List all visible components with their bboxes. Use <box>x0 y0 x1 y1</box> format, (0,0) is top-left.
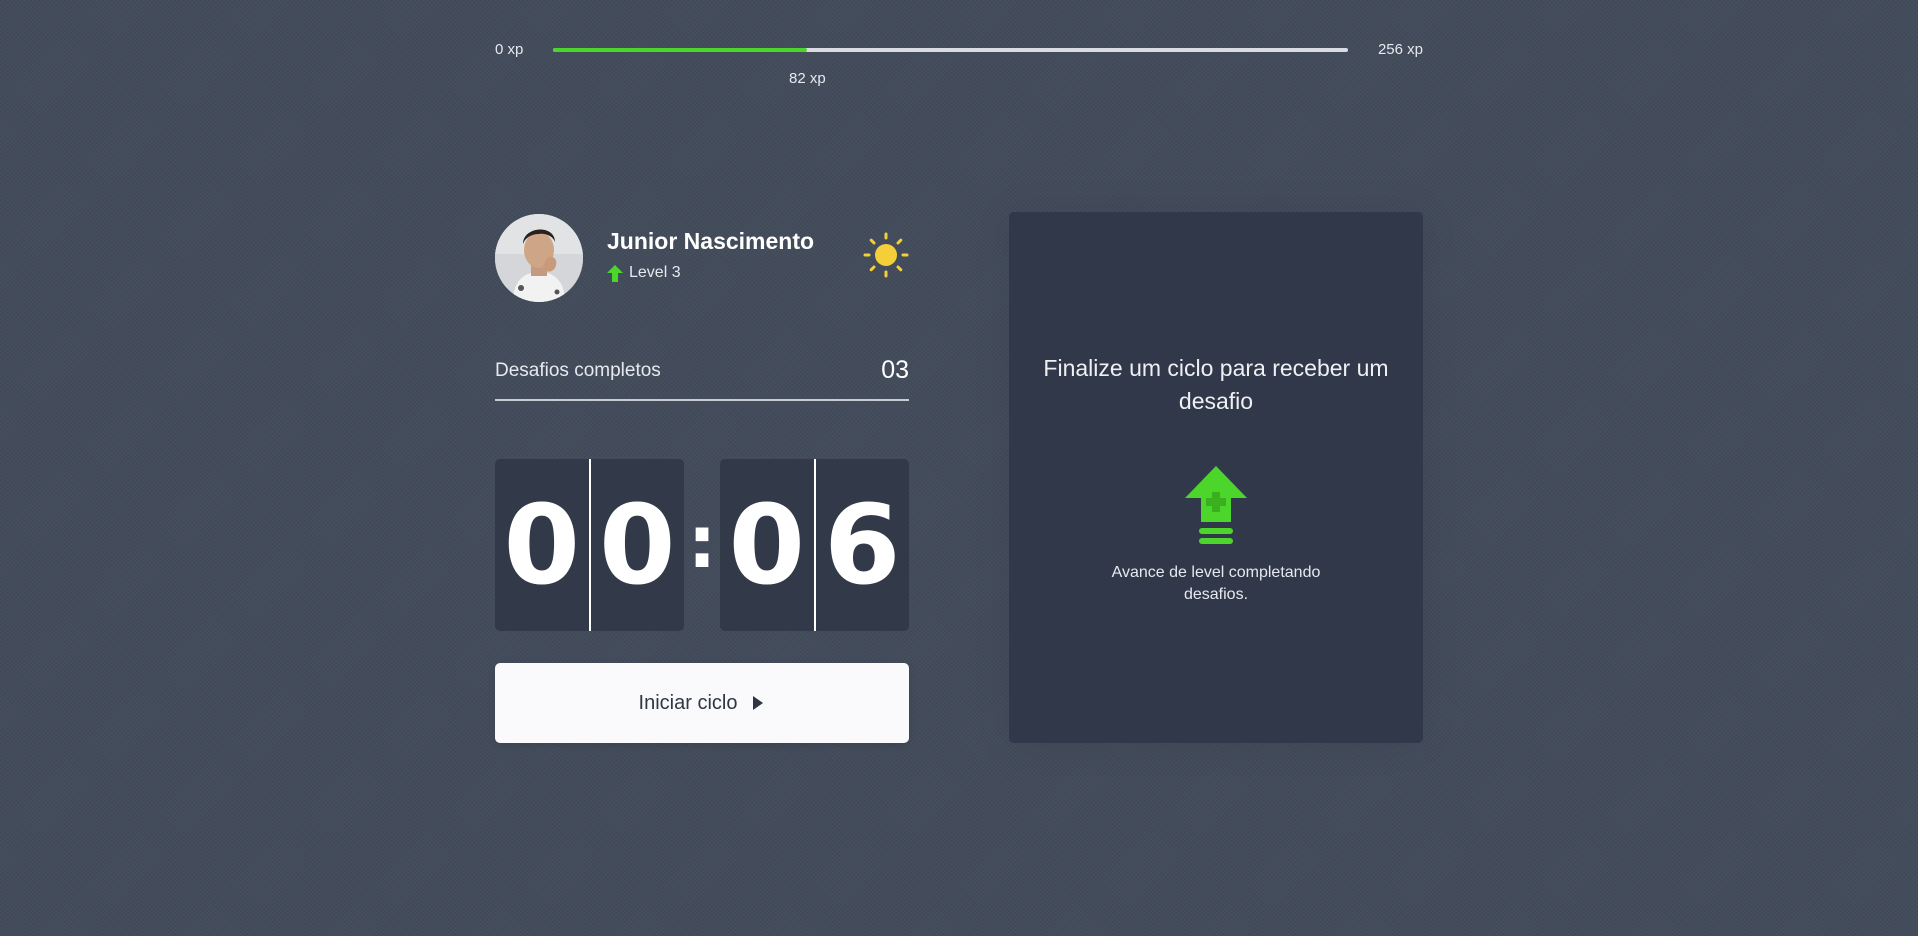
challenge-card: Finalize um ciclo para receber um desafi… <box>1009 212 1423 743</box>
second-ones-digit: 6 <box>813 459 910 631</box>
countdown-timer: 0 0 : 0 6 <box>495 459 909 631</box>
user-name: Junior Nascimento <box>607 228 815 254</box>
experience-bar: 0 xp 82 xp 256 xp <box>495 38 1423 87</box>
second-tens-digit: 0 <box>728 481 806 609</box>
challenge-card-title: Finalize um ciclo para receber um desafi… <box>1043 355 1389 414</box>
start-cycle-button[interactable]: Iniciar ciclo <box>495 663 909 743</box>
time-separator: : <box>687 500 717 584</box>
avatar-image <box>495 214 583 302</box>
level-up-arrow-icon <box>607 264 623 282</box>
play-icon <box>753 696 764 710</box>
completed-challenges-label: Desafios completos <box>495 360 661 381</box>
xp-progress-fill <box>553 48 808 52</box>
xp-track: 82 xp <box>553 48 1348 87</box>
completed-challenges: Desafios completos 03 <box>495 352 909 401</box>
avatar <box>495 214 583 302</box>
minutes-display: 0 0 <box>495 459 684 631</box>
user-level: Level 3 <box>607 264 681 282</box>
xp-max-label: 256 xp <box>1377 41 1423 58</box>
xp-min-label: 0 xp <box>495 41 524 58</box>
minute-tens-digit: 0 <box>503 481 581 609</box>
profile: Junior Nascimento Level 3 <box>495 214 909 302</box>
start-cycle-label: Iniciar ciclo <box>638 691 738 714</box>
level-up-icon <box>1185 466 1247 544</box>
challenge-card-hint: Avance de level completando desafios. <box>1111 564 1321 603</box>
user-level-label: Level 3 <box>629 264 681 281</box>
xp-current-label: 82 xp <box>789 70 826 87</box>
theme-toggle-button[interactable] <box>863 232 909 278</box>
completed-challenges-count: 03 <box>881 356 909 384</box>
minute-ones-digit: 0 <box>588 459 685 631</box>
seconds-display: 0 6 <box>720 459 909 631</box>
sun-icon <box>863 232 909 278</box>
